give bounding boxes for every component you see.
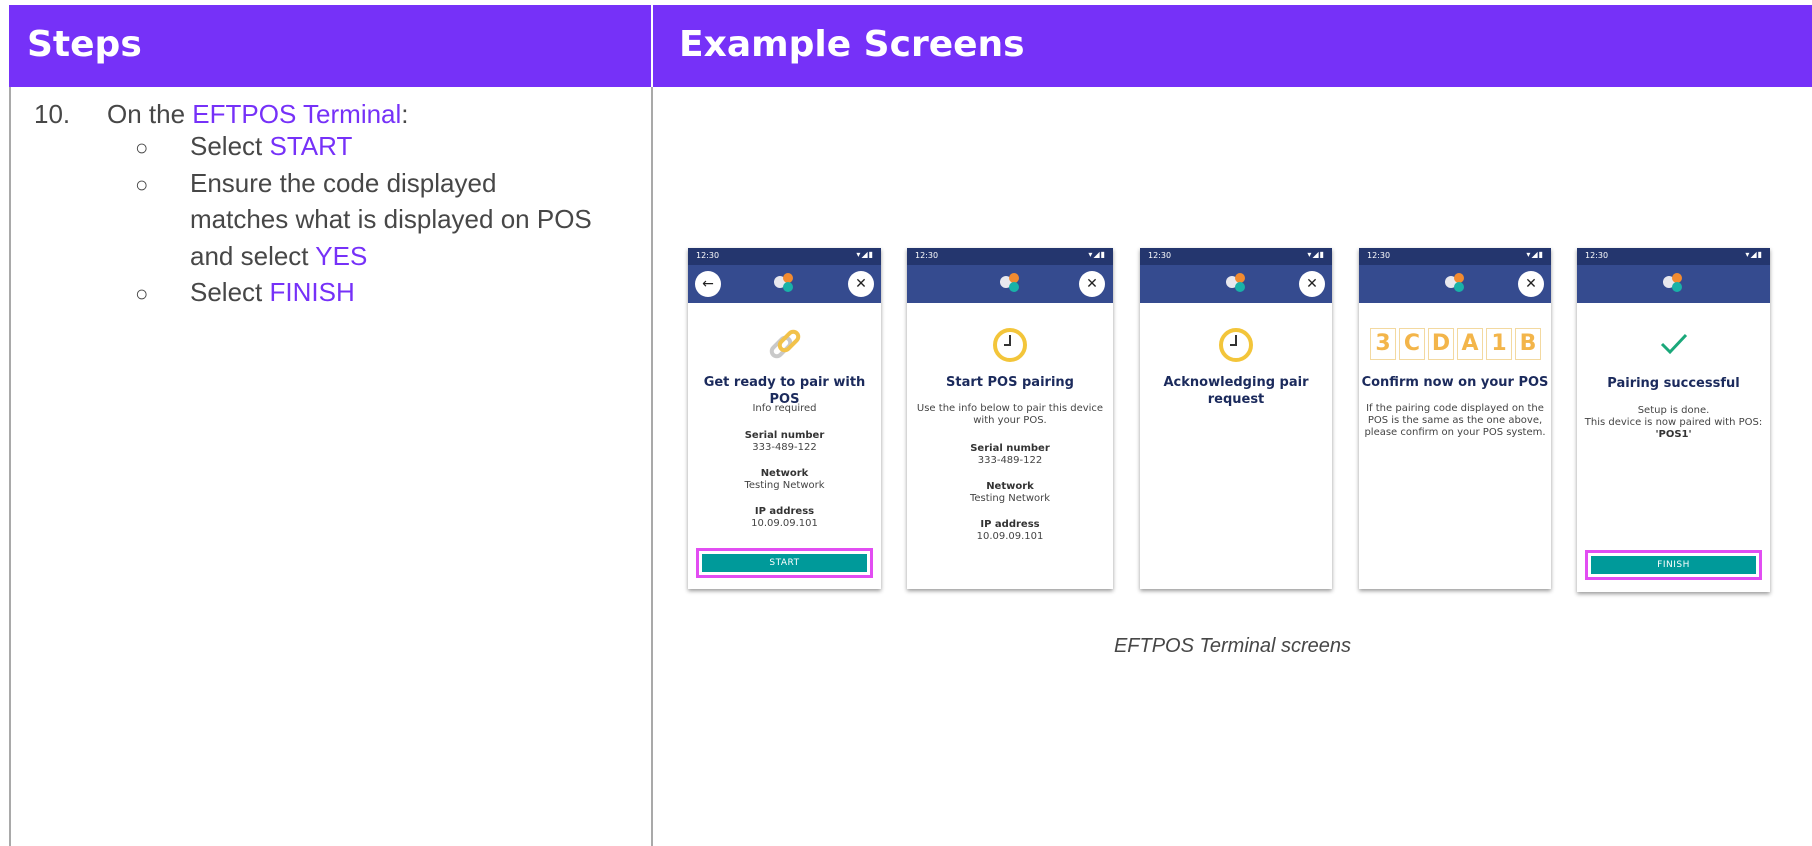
column-divider <box>651 87 653 846</box>
bullet-2-line-1: Ensure the code displayed <box>190 168 497 198</box>
finish-button[interactable]: FINISH <box>1591 556 1756 574</box>
screen-text-line-2: This device is now paired with POS: <box>1584 417 1763 428</box>
status-bar: 12:30 ▾◢▮ <box>1577 248 1770 265</box>
screen-get-ready: 12:30 ▾◢▮ ← ✕ Get ready to pair with POS … <box>688 248 881 589</box>
ip-label: IP address <box>754 506 815 517</box>
code-char: D <box>1428 328 1454 360</box>
serial-label: Serial number <box>970 443 1050 454</box>
bullet-3-text: Select FINISH <box>190 277 355 307</box>
finish-button-highlight: FINISH <box>1585 550 1762 580</box>
start-highlight: START <box>269 131 353 161</box>
screen-subtitle-line-2: with your POS. <box>973 415 1047 426</box>
clock-icon <box>1219 328 1253 362</box>
serial-value: 333-489-122 <box>752 442 817 453</box>
serial-value: 333-489-122 <box>977 455 1043 466</box>
screen-confirm-code: 12:30 ▾◢▮ ✕ 3 C D A 1 B Confirm now on yo… <box>1359 248 1551 589</box>
network-value: Testing Network <box>744 480 825 491</box>
code-char: 1 <box>1486 328 1512 360</box>
signal-battery-icon: ▾◢▮ <box>1745 250 1763 259</box>
ip-label: IP address <box>980 519 1040 530</box>
close-icon[interactable]: ✕ <box>848 271 874 297</box>
app-logo-icon <box>1000 273 1019 292</box>
screen-subtitle: Info required <box>752 403 817 414</box>
signal-battery-icon: ▾◢▮ <box>1088 250 1106 259</box>
app-bar: ✕ <box>907 265 1113 303</box>
screen-pairing-successful: 12:30 ▾◢▮ Pairing successful Setup is don… <box>1577 248 1770 592</box>
network-label: Network <box>986 481 1034 492</box>
close-icon[interactable]: ✕ <box>1518 271 1544 297</box>
screen-title: Confirm now on your POS <box>1361 375 1549 390</box>
bullet-1-icon: ○ <box>135 135 149 160</box>
screen-text-line-3: please confirm on your POS system. <box>1364 427 1546 438</box>
close-icon[interactable]: ✕ <box>1299 271 1325 297</box>
app-bar: ✕ <box>1359 265 1551 303</box>
checkmark-icon <box>1660 333 1688 355</box>
app-bar: ← ✕ <box>688 265 881 303</box>
signal-battery-icon: ▾◢▮ <box>1526 250 1544 259</box>
code-char: A <box>1457 328 1483 360</box>
steps-header-title: Steps <box>27 24 142 65</box>
signal-battery-icon: ▾◢▮ <box>1307 250 1325 259</box>
yes-highlight: YES <box>315 241 368 271</box>
step-number: 10. <box>34 99 71 129</box>
app-bar <box>1577 265 1770 303</box>
link-chain-icon <box>769 329 801 359</box>
screen-title: Start POS pairing <box>946 375 1074 390</box>
screen-subtitle-line-1: Use the info below to pair this device <box>916 403 1104 414</box>
left-border <box>9 87 11 846</box>
status-bar: 12:30 ▾◢▮ <box>1359 248 1551 265</box>
step-intro: On the EFTPOS Terminal: <box>107 99 409 129</box>
pos-name: 'POS1' <box>1655 429 1692 440</box>
screen-start-pairing: 12:30 ▾◢▮ ✕ Start POS pairing Use the inf… <box>907 248 1113 589</box>
bullet-3-icon: ○ <box>135 281 149 306</box>
network-value: Testing Network <box>969 493 1051 504</box>
screen-title-line-2: request <box>1207 392 1265 407</box>
app-logo-icon <box>774 273 793 292</box>
app-bar: ✕ <box>1140 265 1332 303</box>
finish-highlight: FINISH <box>269 277 355 307</box>
bullet-1-text: Select START <box>190 131 353 161</box>
code-char: B <box>1515 328 1541 360</box>
screen-title: Pairing successful <box>1607 376 1740 391</box>
status-bar: 12:30 ▾◢▮ <box>688 248 881 265</box>
code-char: C <box>1399 328 1425 360</box>
start-button[interactable]: START <box>702 554 867 572</box>
status-bar: 12:30 ▾◢▮ <box>907 248 1113 265</box>
screen-acknowledging: 12:30 ▾◢▮ ✕ Acknowledging pair request <box>1140 248 1332 589</box>
examples-header: Example Screens <box>653 5 1812 87</box>
bullet-2-line-3: and select YES <box>190 241 368 271</box>
status-bar: 12:30 ▾◢▮ <box>1140 248 1332 265</box>
network-label: Network <box>760 468 809 479</box>
serial-label: Serial number <box>744 430 825 441</box>
app-logo-icon <box>1663 273 1682 292</box>
close-icon[interactable]: ✕ <box>1079 271 1105 297</box>
bullet-2-icon: ○ <box>135 172 149 197</box>
signal-battery-icon: ▾◢▮ <box>856 250 874 259</box>
examples-header-title: Example Screens <box>679 24 1025 65</box>
app-logo-icon <box>1226 273 1245 292</box>
screens-caption: EFTPOS Terminal screens <box>1113 635 1352 657</box>
screen-title-line-1: Acknowledging pair <box>1163 375 1309 390</box>
screen-text-line-2: POS is the same as the one above, <box>1367 415 1543 426</box>
eftpos-terminal-highlight: EFTPOS Terminal <box>192 99 402 129</box>
code-char: 3 <box>1370 328 1396 360</box>
bullet-2-line-2: matches what is displayed on POS <box>190 204 592 234</box>
ip-value: 10.09.09.101 <box>976 531 1044 542</box>
start-button-highlight: START <box>696 548 873 578</box>
steps-header: Steps <box>9 5 651 87</box>
screen-text-line-1: Setup is done. <box>1637 405 1710 416</box>
screen-text-line-1: If the pairing code displayed on the <box>1366 403 1544 414</box>
clock-icon <box>993 328 1027 362</box>
ip-value: 10.09.09.101 <box>751 518 818 529</box>
back-arrow-icon[interactable]: ← <box>695 271 721 297</box>
app-logo-icon <box>1445 273 1464 292</box>
